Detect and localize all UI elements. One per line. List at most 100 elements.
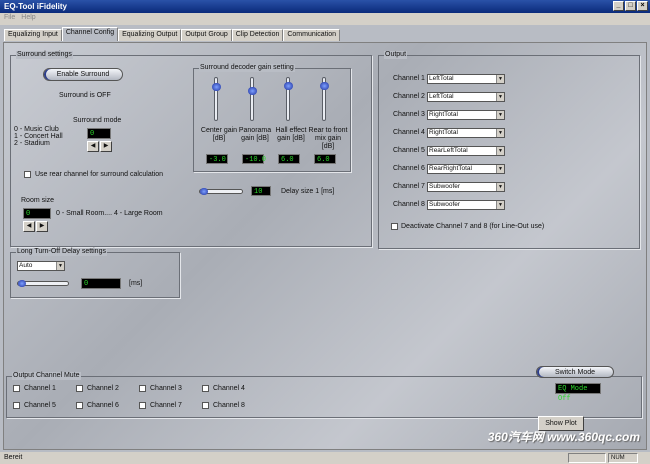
output-channel-label: Channel 6 xyxy=(393,165,425,172)
tab-equalizing-input[interactable]: Equalizing Input xyxy=(4,29,62,41)
eq-mode-status: EQ Mode Off xyxy=(555,383,601,403)
panorama-gain-value: -10.0 xyxy=(242,154,266,164)
tab-channel-config[interactable]: Channel Config xyxy=(61,27,119,41)
delay-label: Delay size 1 [ms] xyxy=(281,188,335,195)
output-channel-select[interactable]: RearLeftTotal ▼ xyxy=(427,146,505,156)
rear-front-mix-slider[interactable]: Rear to front mix gain [dB] 6.0 xyxy=(309,75,348,171)
output-channel-select[interactable]: LeftTotal ▼ xyxy=(427,74,505,84)
hall-effect-gain-slider[interactable]: Hall effect gain [dB] 6.0 xyxy=(274,75,308,171)
delay-value: 10 xyxy=(251,186,271,196)
rear-channel-checkbox[interactable] xyxy=(24,171,31,178)
hall-effect-gain-knob[interactable] xyxy=(284,81,293,90)
chevron-down-icon: ▼ xyxy=(496,147,504,155)
mute-checkbox[interactable] xyxy=(139,385,146,392)
status-pane-1 xyxy=(568,453,606,463)
mute-checkbox[interactable] xyxy=(139,402,146,409)
title-bar: EQ-Tool iFidelity _ □ × xyxy=(0,0,650,13)
enable-surround-button[interactable]: Enable Surround xyxy=(43,68,123,81)
output-channel-select[interactable]: RearRightTotal ▼ xyxy=(427,164,505,174)
mode-option-0: 0 - Music Club xyxy=(14,126,59,133)
mute-checkbox[interactable] xyxy=(202,385,209,392)
minimize-button[interactable]: _ xyxy=(613,1,624,11)
surround-mode-label: Surround mode xyxy=(73,117,122,124)
maximize-button[interactable]: □ xyxy=(625,1,636,11)
mute-checkbox[interactable] xyxy=(76,385,83,392)
center-gain-slider[interactable]: Center gain [dB] -3.0 xyxy=(200,75,238,171)
mode-option-1: 1 - Concert Hall xyxy=(14,133,63,140)
chevron-down-icon: ▼ xyxy=(496,183,504,191)
mode-right-arrow[interactable]: ▶ xyxy=(100,141,112,152)
output-channel-select[interactable]: RightTotal ▼ xyxy=(427,110,505,120)
mute-checkbox[interactable] xyxy=(13,385,20,392)
delay-slider-knob[interactable] xyxy=(200,188,208,195)
mute-checkbox[interactable] xyxy=(202,402,209,409)
tab-clip-detection[interactable]: Clip Detection xyxy=(231,29,284,41)
room-size-range: 0 - Small Room.... 4 - Large Room xyxy=(56,210,163,217)
deactivate-ch78-label: Deactivate Channel 7 and 8 (for Line-Out… xyxy=(401,223,545,230)
output-channel-label: Channel 2 xyxy=(393,93,425,100)
output-channel-select[interactable]: LeftTotal ▼ xyxy=(427,92,505,102)
output-channel-label: Channel 3 xyxy=(393,111,425,118)
center-gain-knob[interactable] xyxy=(212,83,221,92)
turn-off-mode-select[interactable]: Auto ▼ xyxy=(17,261,65,271)
output-channel-value: RightTotal xyxy=(429,129,458,136)
watermark-text: 360汽车网 www.360qc.com xyxy=(487,430,640,444)
menu-bar: File Help xyxy=(0,13,650,25)
turn-off-slider[interactable] xyxy=(17,280,69,287)
mute-checkbox[interactable] xyxy=(76,402,83,409)
panorama-gain-knob[interactable] xyxy=(248,87,257,95)
rear-front-mix-knob[interactable] xyxy=(320,81,329,90)
rear-front-mix-value: 6.0 xyxy=(314,154,336,164)
output-channel-label: Channel 4 xyxy=(393,129,425,136)
turn-off-slider-knob[interactable] xyxy=(18,280,26,287)
output-channel-select[interactable]: Subwoofer ▼ xyxy=(427,200,505,210)
tab-communication[interactable]: Communication xyxy=(283,29,340,41)
output-channel-value: RightTotal xyxy=(429,111,458,118)
turn-off-unit: [ms] xyxy=(129,280,143,287)
center-gain-label: Center gain [dB] xyxy=(200,127,238,142)
output-channel-label: Channel 7 xyxy=(393,183,425,190)
chevron-down-icon: ▼ xyxy=(496,129,504,137)
chevron-down-icon: ▼ xyxy=(496,111,504,119)
tab-output-group[interactable]: Output Group xyxy=(181,29,232,41)
switch-mode-button[interactable]: Switch Mode xyxy=(536,366,614,378)
panorama-gain-slider[interactable]: Panorama gain [dB] -10.0 xyxy=(238,75,272,171)
output-channel-select[interactable]: RightTotal ▼ xyxy=(427,128,505,138)
surround-status: Surround is OFF xyxy=(59,92,111,99)
window-title: EQ-Tool iFidelity xyxy=(4,2,67,11)
hall-effect-gain-label: Hall effect gain [dB] xyxy=(275,127,307,142)
delay-slider[interactable] xyxy=(199,188,243,195)
surround-mode-value: 0 xyxy=(87,128,111,139)
mute-channel-label: Channel 3 xyxy=(150,385,182,392)
menu-help[interactable]: Help xyxy=(21,14,35,24)
chevron-down-icon: ▼ xyxy=(496,93,504,101)
close-button[interactable]: × xyxy=(637,1,648,11)
mode-left-arrow[interactable]: ◀ xyxy=(87,141,99,152)
menu-file[interactable]: File xyxy=(4,14,15,24)
chevron-down-icon: ▼ xyxy=(496,165,504,173)
mute-channel-label: Channel 7 xyxy=(150,402,182,409)
mode-option-2: 2 - Stadium xyxy=(14,140,50,147)
tab-equalizing-output[interactable]: Equalizing Output xyxy=(118,29,182,41)
mute-checkbox[interactable] xyxy=(13,402,20,409)
room-left-arrow[interactable]: ◀ xyxy=(23,221,35,232)
output-channel-select[interactable]: Subwoofer ▼ xyxy=(427,182,505,192)
chevron-down-icon: ▼ xyxy=(56,262,64,270)
turn-off-mode-value: Auto xyxy=(19,262,33,269)
surround-legend: Surround settings xyxy=(16,51,73,59)
output-channel-value: LeftTotal xyxy=(429,93,454,100)
mute-channel-label: Channel 2 xyxy=(87,385,119,392)
tab-strip: Equalizing Input Channel Config Equalizi… xyxy=(4,27,340,41)
turn-off-delay-group: Long Turn-Off Delay settings Auto ▼ 0 [ms… xyxy=(10,248,180,298)
deactivate-ch78-checkbox[interactable] xyxy=(391,223,398,230)
output-group: Output Channel 1 LeftTotal ▼ Channel 2 Lef… xyxy=(378,51,640,249)
output-channel-label: Channel 1 xyxy=(393,75,425,82)
mute-channel-label: Channel 1 xyxy=(24,385,56,392)
output-mute-group: Output Channel Mute Channel 1 Channel 2 … xyxy=(6,372,642,418)
output-channel-label: Channel 8 xyxy=(393,201,425,208)
output-channel-value: RearRightTotal xyxy=(429,165,472,172)
room-size-value: 0 xyxy=(23,208,51,219)
output-legend: Output xyxy=(384,51,408,59)
room-right-arrow[interactable]: ▶ xyxy=(36,221,48,232)
panorama-gain-label: Panorama gain [dB] xyxy=(238,127,272,142)
